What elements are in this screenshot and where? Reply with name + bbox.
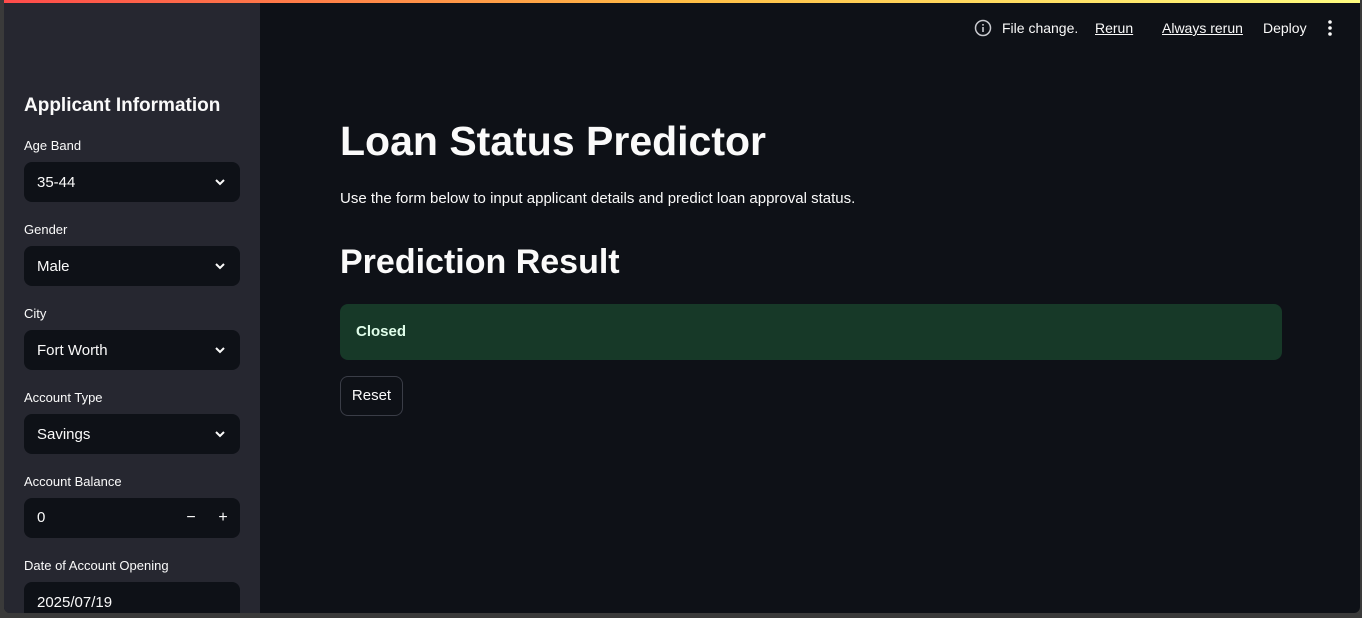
- chevron-down-icon: [215, 431, 225, 438]
- gender-select[interactable]: Male: [24, 246, 240, 286]
- page-description: Use the form below to input applicant de…: [340, 190, 856, 207]
- chevron-down-icon: [215, 179, 225, 186]
- page-title: Loan Status Predictor: [340, 118, 767, 164]
- rerun-button[interactable]: Rerun: [1095, 20, 1133, 36]
- account-type-label: Account Type: [24, 390, 103, 405]
- gender-label: Gender: [24, 222, 68, 237]
- account-balance-value: 0: [37, 509, 46, 526]
- info-icon: [974, 19, 992, 37]
- increment-button[interactable]: +: [209, 504, 237, 532]
- opening-date-label: Date of Account Opening: [24, 558, 169, 573]
- sidebar-title: Applicant Information: [24, 95, 221, 116]
- always-rerun-label: Always rerun: [1162, 20, 1243, 36]
- chevron-down-icon: [215, 263, 225, 270]
- app-window: Applicant Information Age Band 35-44 Gen…: [4, 0, 1360, 613]
- account-type-select[interactable]: Savings: [24, 414, 240, 454]
- age-band-label: Age Band: [24, 138, 82, 153]
- age-band-select[interactable]: 35-44: [24, 162, 240, 202]
- kebab-menu-icon[interactable]: [1322, 19, 1338, 37]
- reset-button[interactable]: Reset: [340, 376, 403, 416]
- account-balance-input[interactable]: 0 − +: [24, 498, 240, 538]
- account-balance-label: Account Balance: [24, 474, 122, 489]
- result-alert: Closed: [340, 304, 1282, 360]
- file-change-status: File change.: [1002, 20, 1079, 36]
- result-heading: Prediction Result: [340, 243, 620, 281]
- rerun-label: Rerun: [1095, 20, 1134, 36]
- decrement-button[interactable]: −: [177, 504, 205, 532]
- account-type-value: Savings: [37, 425, 91, 443]
- result-value: Closed: [356, 323, 407, 340]
- gender-value: Male: [37, 257, 70, 275]
- city-label: City: [24, 306, 47, 321]
- opening-date-value: 2025/07/19: [37, 593, 113, 611]
- city-value: Fort Worth: [37, 341, 108, 359]
- sidebar: Applicant Information Age Band 35-44 Gen…: [4, 3, 260, 613]
- opening-date-input[interactable]: 2025/07/19: [24, 582, 240, 613]
- age-band-value: 35-44: [37, 173, 76, 191]
- always-rerun-button[interactable]: Always rerun: [1162, 20, 1243, 36]
- deploy-button[interactable]: Deploy: [1263, 20, 1307, 36]
- city-select[interactable]: Fort Worth: [24, 330, 240, 370]
- chevron-down-icon: [215, 347, 225, 354]
